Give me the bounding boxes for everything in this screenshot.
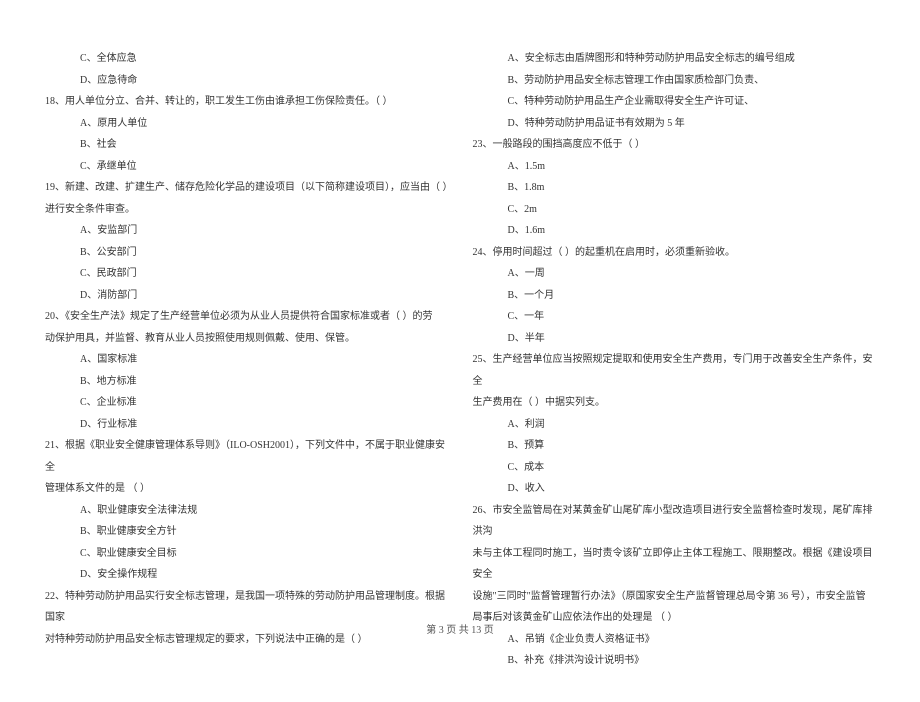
q26: 26、市安全监管局在对某黄金矿山尾矿库小型改造项目进行安全监督检查时发现，尾矿库…: [473, 500, 876, 543]
q19-option-c: C、民政部门: [80, 263, 448, 285]
left-column: C、全体应急 D、应急待命 18、用人单位分立、合并、转让的，职工发生工伤由谁承…: [45, 48, 448, 672]
q21-option-d: D、安全操作规程: [80, 564, 448, 586]
q17-option-c: C、全体应急: [80, 48, 448, 70]
q25-cont: 生产费用在（ ）中据实列支。: [473, 392, 876, 414]
q21-option-c: C、职业健康安全目标: [80, 543, 448, 565]
q19-option-a: A、安监部门: [80, 220, 448, 242]
q20-cont: 动保护用具，并监督、教育从业人员按照使用规则佩戴、使用、保管。: [45, 328, 448, 350]
q21-cont: 管理体系文件的是 （ ）: [45, 478, 448, 500]
q20: 20、《安全生产法》规定了生产经营单位必须为从业人员提供符合国家标准或者（ ）的…: [45, 306, 448, 328]
q22-option-b: B、劳动防护用品安全标志管理工作由国家质检部门负责、: [508, 70, 876, 92]
q20-option-d: D、行业标准: [80, 414, 448, 436]
q24-option-d: D、半年: [508, 328, 876, 350]
q26-option-b: B、补充《排洪沟设计说明书》: [508, 650, 876, 672]
q19: 19、新建、改建、扩建生产、储存危险化学品的建设项目（以下简称建设项目），应当由…: [45, 177, 448, 199]
q21-option-b: B、职业健康安全方针: [80, 521, 448, 543]
q25-option-b: B、预算: [508, 435, 876, 457]
q24-option-c: C、一年: [508, 306, 876, 328]
q23-option-a: A、1.5m: [508, 156, 876, 178]
q18: 18、用人单位分立、合并、转让的，职工发生工伤由谁承担工伤保险责任。（ ）: [45, 91, 448, 113]
q20-option-c: C、企业标准: [80, 392, 448, 414]
q23-option-b: B、1.8m: [508, 177, 876, 199]
q25-option-c: C、成本: [508, 457, 876, 479]
q22-option-a: A、安全标志由盾牌图形和特种劳动防护用品安全标志的编号组成: [508, 48, 876, 70]
q22-option-c: C、特种劳动防护用品生产企业需取得安全生产许可证、: [508, 91, 876, 113]
q21: 21、根据《职业安全健康管理体系导则》（ILO-OSH2001），下列文件中，不…: [45, 435, 448, 478]
q21-option-a: A、职业健康安全法律法规: [80, 500, 448, 522]
q24-option-a: A、一周: [508, 263, 876, 285]
page-container: C、全体应急 D、应急待命 18、用人单位分立、合并、转让的，职工发生工伤由谁承…: [0, 0, 920, 702]
q24: 24、停用时间超过（ ）的起重机在启用时，必须重新验收。: [473, 242, 876, 264]
page-footer: 第 3 页 共 13 页: [0, 621, 920, 636]
q25-option-a: A、利润: [508, 414, 876, 436]
q22-option-d: D、特种劳动防护用品证书有效期为 5 年: [508, 113, 876, 135]
q20-option-b: B、地方标准: [80, 371, 448, 393]
q19-option-b: B、公安部门: [80, 242, 448, 264]
right-column: A、安全标志由盾牌图形和特种劳动防护用品安全标志的编号组成 B、劳动防护用品安全…: [473, 48, 876, 672]
q23-option-d: D、1.6m: [508, 220, 876, 242]
q19-cont: 进行安全条件审查。: [45, 199, 448, 221]
q26-cont1: 未与主体工程同时施工，当时责令该矿立即停止主体工程施工、限期整改。根据《建设项目…: [473, 543, 876, 586]
q19-option-d: D、消防部门: [80, 285, 448, 307]
q23-option-c: C、2m: [508, 199, 876, 221]
q18-option-c: C、承继单位: [80, 156, 448, 178]
q23: 23、一般路段的围挡高度应不低于（ ）: [473, 134, 876, 156]
q20-option-a: A、国家标准: [80, 349, 448, 371]
q24-option-b: B、一个月: [508, 285, 876, 307]
q18-option-b: B、社会: [80, 134, 448, 156]
q17-option-d: D、应急待命: [80, 70, 448, 92]
q25: 25、生产经营单位应当按照规定提取和使用安全生产费用，专门用于改善安全生产条件，…: [473, 349, 876, 392]
q25-option-d: D、收入: [508, 478, 876, 500]
q18-option-a: A、原用人单位: [80, 113, 448, 135]
q26-cont2: 设施"三同时"监督管理暂行办法》（原国家安全生产监督管理总局令第 36 号），市…: [473, 586, 876, 608]
